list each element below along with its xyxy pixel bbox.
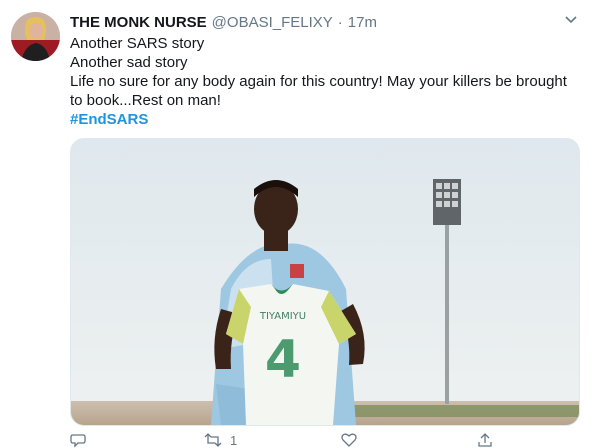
caret-down-icon[interactable] (564, 14, 578, 26)
share-button[interactable] (477, 432, 493, 448)
like-button[interactable] (341, 432, 357, 448)
separator-dot: · (337, 13, 343, 31)
tweet-photo[interactable]: TIYAMIYU 4 (70, 138, 580, 426)
avatar-image (11, 12, 60, 61)
tweet-actions: 1 (70, 432, 582, 448)
tweet-line-1: Another SARS story (70, 35, 205, 52)
jersey-name: TIYAMIYU (259, 311, 306, 322)
jersey-number: 4 (265, 330, 301, 390)
reply-icon (70, 434, 86, 448)
avatar[interactable] (11, 12, 60, 61)
tweet-line-2: Another sad story (70, 54, 188, 71)
tweet-header: THE MONK NURSE @OBASI_FELIXY · 17m (70, 11, 564, 33)
retweet-button[interactable]: 1 (204, 432, 237, 448)
tweet-text: Another SARS story Another sad story Lif… (70, 34, 582, 129)
retweet-icon (204, 433, 222, 447)
author-name[interactable]: THE MONK NURSE (70, 14, 207, 31)
tweet[interactable]: THE MONK NURSE @OBASI_FELIXY · 17m Anoth… (0, 0, 594, 448)
hashtag-link[interactable]: #EndSARS (70, 110, 582, 129)
photo-image: TIYAMIYU 4 (71, 139, 579, 425)
tweet-line-3: Life no sure for any body again for this… (70, 73, 567, 109)
share-icon (478, 433, 492, 447)
retweet-count: 1 (230, 432, 238, 448)
like-icon (341, 433, 357, 447)
author-handle[interactable]: @OBASI_FELIXY (212, 14, 333, 31)
reply-button[interactable] (70, 432, 86, 448)
timestamp[interactable]: 17m (348, 14, 377, 31)
